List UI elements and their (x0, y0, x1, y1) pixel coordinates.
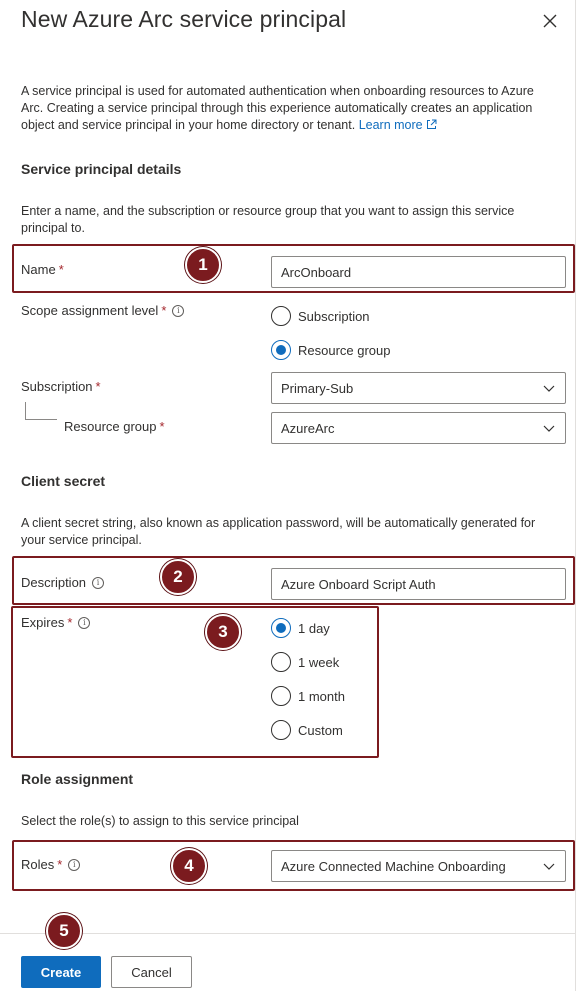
expires-option-1-day[interactable]: 1 day (271, 618, 330, 638)
required-marker: * (67, 615, 73, 630)
name-input[interactable]: ArcOnboard (271, 256, 566, 288)
required-marker: * (161, 303, 167, 318)
callout-badge-1: 1 (185, 247, 221, 283)
close-icon[interactable] (541, 12, 559, 30)
radio-label: 1 month (298, 688, 345, 704)
callout-badge-2: 2 (160, 559, 196, 595)
radio-label: Custom (298, 722, 343, 738)
role-assignment-description: Select the role(s) to assign to this ser… (21, 814, 299, 828)
expires-label-text: Expires (21, 615, 65, 630)
scope-option-subscription[interactable]: Subscription (271, 306, 370, 326)
tree-connector (25, 419, 57, 420)
expires-label: Expires * i (21, 615, 91, 630)
description-label: Description i (21, 575, 105, 590)
scope-label-text: Scope assignment level (21, 303, 159, 318)
subscription-label: Subscription * (21, 379, 101, 394)
cancel-button[interactable]: Cancel (111, 956, 192, 988)
callout-badge-5: 5 (46, 913, 82, 949)
radio-label: Subscription (298, 308, 370, 324)
resource-group-label: Resource group * (64, 419, 165, 434)
radio-button[interactable] (271, 306, 291, 326)
info-icon[interactable]: i (68, 858, 81, 871)
intro-text: A service principal is used for automate… (21, 84, 534, 132)
radio-button[interactable] (271, 652, 291, 672)
details-description: Enter a name, and the subscription or re… (21, 204, 515, 235)
subscription-value: Primary-Sub (281, 380, 354, 396)
external-link-icon (427, 119, 437, 129)
subscription-select[interactable]: Primary-Sub (271, 372, 566, 404)
radio-button[interactable] (271, 720, 291, 740)
roles-select[interactable]: Azure Connected Machine Onboarding (271, 850, 566, 882)
expires-option-custom[interactable]: Custom (271, 720, 343, 740)
radio-button-selected[interactable] (271, 618, 291, 638)
name-label-text: Name (21, 262, 56, 277)
scope-option-resource-group[interactable]: Resource group (271, 340, 391, 360)
scope-label: Scope assignment level * i (21, 303, 185, 318)
required-marker: * (57, 857, 63, 872)
expires-option-1-month[interactable]: 1 month (271, 686, 345, 706)
radio-label: 1 day (298, 620, 330, 636)
callout-badge-4: 4 (171, 848, 207, 884)
chevron-down-icon (543, 863, 555, 870)
description-input[interactable]: Azure Onboard Script Auth (271, 568, 566, 600)
resource-group-value: AzureArc (281, 420, 335, 436)
learn-more-link[interactable]: Learn more (359, 118, 437, 132)
required-marker: * (95, 379, 101, 394)
callout-badge-3: 3 (205, 614, 241, 650)
intro-paragraph: A service principal is used for automate… (21, 83, 555, 134)
info-icon[interactable]: i (78, 616, 91, 629)
client-secret-description: A client secret string, also known as ap… (21, 516, 536, 547)
tree-connector (25, 402, 26, 419)
radio-label: 1 week (298, 654, 340, 670)
roles-label-text: Roles (21, 857, 55, 872)
radio-button-selected[interactable] (271, 340, 291, 360)
learn-more-label: Learn more (358, 118, 423, 132)
resource-group-label-text: Resource group (64, 419, 157, 434)
description-label-text: Description (21, 575, 87, 590)
footer-divider (0, 933, 576, 934)
required-marker: * (159, 419, 165, 434)
client-secret-heading: Client secret (21, 473, 106, 489)
resource-group-select[interactable]: AzureArc (271, 412, 566, 444)
roles-label: Roles * i (21, 857, 81, 872)
chevron-down-icon (543, 385, 555, 392)
expires-option-1-week[interactable]: 1 week (271, 652, 339, 672)
info-icon[interactable]: i (172, 304, 185, 317)
radio-label: Resource group (298, 342, 391, 358)
name-label: Name * (21, 262, 64, 277)
info-icon[interactable]: i (92, 576, 105, 589)
radio-button[interactable] (271, 686, 291, 706)
panel-title: New Azure Arc service principal (21, 6, 347, 32)
details-heading: Service principal details (21, 161, 182, 177)
subscription-label-text: Subscription (21, 379, 93, 394)
required-marker: * (58, 262, 64, 277)
create-button[interactable]: Create (21, 956, 101, 988)
chevron-down-icon (543, 425, 555, 432)
role-assignment-heading: Role assignment (21, 771, 134, 787)
roles-value: Azure Connected Machine Onboarding (281, 858, 506, 874)
